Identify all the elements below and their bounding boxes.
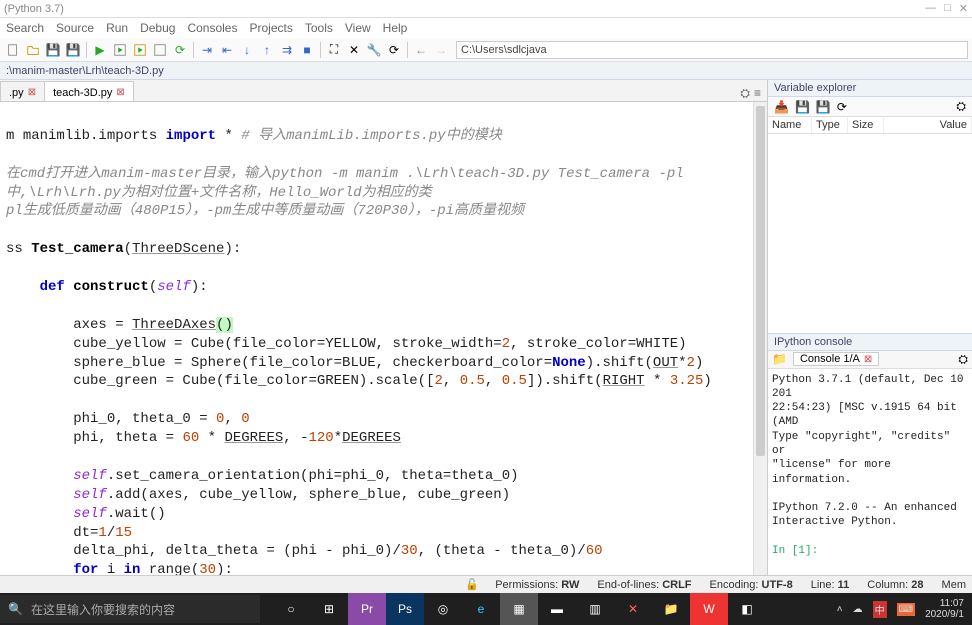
save-all-icon[interactable]: 💾 — [64, 41, 82, 59]
debug-step-into-icon[interactable]: ↓ — [238, 41, 256, 59]
obs-icon[interactable]: ◎ — [424, 593, 462, 625]
forward-icon[interactable]: → — [432, 41, 450, 59]
fullscreen-icon[interactable]: ✕ — [345, 41, 363, 59]
console-prompt: In [1]: — [772, 545, 818, 557]
menu-help[interactable]: Help — [383, 21, 408, 35]
run-selection-icon[interactable] — [151, 41, 169, 59]
menu-debug[interactable]: Debug — [140, 21, 175, 35]
app3-icon[interactable]: ✕ — [614, 593, 652, 625]
app4-icon[interactable]: ◧ — [728, 593, 766, 625]
save-data-icon[interactable]: 💾 — [795, 100, 810, 114]
maximize-pane-icon[interactable]: ⛶ — [325, 41, 343, 59]
editor-tabs: .py⊠ teach-3D.py⊠ ⛭ ≡ — [0, 80, 767, 102]
menu-search[interactable]: Search — [6, 21, 44, 35]
import-data-icon[interactable]: 📥 — [774, 100, 789, 114]
task-view-icon[interactable]: ⊞ — [310, 593, 348, 625]
panel-options-icon[interactable]: ⛭ — [956, 99, 966, 114]
back-icon[interactable]: ← — [412, 41, 430, 59]
taskbar-search[interactable]: 🔍 在这里输入你要搜索的内容 — [0, 595, 260, 623]
run-cell-advance-icon[interactable] — [131, 41, 149, 59]
lock-icon: 🔓 — [465, 578, 477, 591]
maximize-icon[interactable]: □ — [944, 2, 951, 15]
menu-source[interactable]: Source — [56, 21, 94, 35]
editor-options-icon[interactable]: ⛭ — [740, 86, 750, 101]
app-icon[interactable]: ▦ — [500, 593, 538, 625]
run-cell-icon[interactable] — [111, 41, 129, 59]
status-bar: 🔓 Permissions: RW End-of-lines: CRLF Enc… — [0, 575, 972, 593]
refresh-icon[interactable]: ⟳ — [837, 100, 847, 114]
console-folder-icon[interactable]: 📁 — [772, 352, 787, 366]
open-icon[interactable] — [24, 41, 42, 59]
folder-icon[interactable]: 📁 — [652, 593, 690, 625]
debug-continue-icon[interactable]: ⇉ — [278, 41, 296, 59]
menu-consoles[interactable]: Consoles — [187, 21, 237, 35]
window-title: (Python 3.7) — [4, 3, 64, 15]
editor-pane: .py⊠ teach-3D.py⊠ ⛭ ≡ m manimlib.imports… — [0, 80, 768, 575]
debug-step-in-icon[interactable]: ⇤ — [218, 41, 236, 59]
search-icon: 🔍 — [8, 602, 23, 616]
close-tab-icon[interactable]: ⊠ — [28, 87, 36, 98]
ime-icon[interactable]: 中 — [873, 601, 887, 618]
edge-icon[interactable]: e — [462, 593, 500, 625]
code-editor[interactable]: m manimlib.imports import * # 导入manimLib… — [0, 102, 767, 575]
variable-table-body — [768, 134, 972, 333]
variable-table-header: Name Type Size Value — [768, 117, 972, 134]
main-toolbar: 💾 💾 ▶ ⟳ ⇥ ⇤ ↓ ↑ ⇉ ■ ⛶ ✕ 🔧 ⟳ ← → C:\Users… — [0, 38, 972, 62]
close-console-icon[interactable]: ⊠ — [864, 354, 872, 365]
close-icon[interactable]: ✕ — [959, 2, 968, 15]
window-titlebar: (Python 3.7) — □ ✕ — [0, 0, 972, 18]
ipython-console-title: IPython console — [768, 333, 972, 351]
console-tabs: 📁 Console 1/A⊠ ⛭ — [768, 351, 972, 369]
debug-step-out-icon[interactable]: ↑ — [258, 41, 276, 59]
console-tab-1[interactable]: Console 1/A⊠ — [793, 352, 879, 366]
wps-icon[interactable]: W — [690, 593, 728, 625]
menubar: Search Source Run Debug Consoles Project… — [0, 18, 972, 38]
debug-step-over-icon[interactable]: ⇥ — [198, 41, 216, 59]
menu-run[interactable]: Run — [106, 21, 128, 35]
tray-cloud-icon[interactable]: ☁ — [853, 604, 863, 615]
variable-explorer-title: Variable explorer — [768, 80, 972, 97]
console-output[interactable]: Python 3.7.1 (default, Dec 10 201 22:54:… — [768, 369, 972, 576]
breadcrumb: :\manim-master\Lrh\teach-3D.py — [0, 62, 972, 80]
save-icon[interactable]: 💾 — [44, 41, 62, 59]
editor-scrollbar[interactable] — [753, 102, 767, 575]
ime2-icon[interactable]: ⌨ — [897, 603, 915, 616]
menu-projects[interactable]: Projects — [249, 21, 292, 35]
tray-caret-icon[interactable]: ˄ — [837, 604, 843, 615]
save-as-icon[interactable]: 💾 — [816, 100, 831, 114]
premiere-icon[interactable]: Pr — [348, 593, 386, 625]
console-options-icon[interactable]: ⛭ — [958, 352, 968, 367]
right-pane: Variable explorer 📥 💾 💾 ⟳ ⛭ Name Type Si… — [768, 80, 972, 575]
menu-view[interactable]: View — [345, 21, 371, 35]
debug-stop-icon[interactable]: ■ — [298, 41, 316, 59]
tab-teach3d[interactable]: teach-3D.py⊠ — [44, 81, 134, 101]
tab-py[interactable]: .py⊠ — [0, 81, 45, 101]
clock[interactable]: 11:07 2020/9/1 — [925, 598, 964, 620]
photoshop-icon[interactable]: Ps — [386, 593, 424, 625]
terminal-icon[interactable]: ▬ — [538, 593, 576, 625]
run-icon[interactable]: ▶ — [91, 41, 109, 59]
cortana-icon[interactable]: ○ — [272, 593, 310, 625]
app2-icon[interactable]: ▥ — [576, 593, 614, 625]
variable-explorer-toolbar: 📥 💾 💾 ⟳ ⛭ — [768, 97, 972, 117]
preferences-icon[interactable]: 🔧 — [365, 41, 383, 59]
new-file-icon[interactable] — [4, 41, 22, 59]
system-tray[interactable]: ˄ ☁ 中 ⌨ 11:07 2020/9/1 — [829, 598, 972, 620]
minimize-icon[interactable]: — — [925, 2, 936, 15]
windows-taskbar: 🔍 在这里输入你要搜索的内容 ○ ⊞ Pr Ps ◎ e ▦ ▬ ▥ ✕ 📁 W… — [0, 593, 972, 625]
editor-menu-icon[interactable]: ≡ — [754, 86, 761, 101]
menu-tools[interactable]: Tools — [305, 21, 333, 35]
python-path-icon[interactable]: ⟳ — [385, 41, 403, 59]
working-dir-input[interactable]: C:\Users\sdlcjava — [456, 41, 968, 59]
close-tab-icon[interactable]: ⊠ — [116, 87, 124, 98]
rerun-icon[interactable]: ⟳ — [171, 41, 189, 59]
